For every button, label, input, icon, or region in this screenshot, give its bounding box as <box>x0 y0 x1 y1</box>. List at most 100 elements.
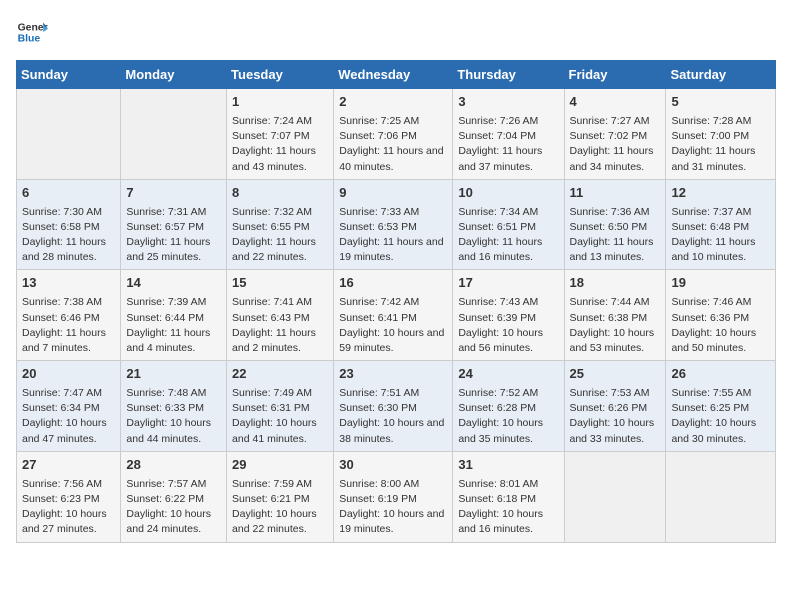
calendar-cell: 5 Sunrise: 7:28 AMSunset: 7:00 PMDaylight… <box>666 89 776 180</box>
day-number: 31 <box>458 456 558 475</box>
calendar-cell: 27 Sunrise: 7:56 AMSunset: 6:23 PMDayligh… <box>17 451 121 542</box>
calendar-cell: 19 Sunrise: 7:46 AMSunset: 6:36 PMDayligh… <box>666 270 776 361</box>
logo-icon: General Blue <box>16 16 48 48</box>
day-info: Sunrise: 7:24 AMSunset: 7:07 PMDaylight:… <box>232 114 328 175</box>
week-row-4: 20 Sunrise: 7:47 AMSunset: 6:34 PMDayligh… <box>17 361 776 452</box>
calendar-cell: 30 Sunrise: 8:00 AMSunset: 6:19 PMDayligh… <box>334 451 453 542</box>
day-info: Sunrise: 7:53 AMSunset: 6:26 PMDaylight:… <box>570 386 661 447</box>
day-info: Sunrise: 7:30 AMSunset: 6:58 PMDaylight:… <box>22 205 115 266</box>
calendar-cell: 4 Sunrise: 7:27 AMSunset: 7:02 PMDaylight… <box>564 89 666 180</box>
calendar-cell: 31Sunrise: 8:01 AMSunset: 6:18 PMDayligh… <box>453 451 564 542</box>
day-info: Sunrise: 7:52 AMSunset: 6:28 PMDaylight:… <box>458 386 558 447</box>
header-friday: Friday <box>564 61 666 89</box>
day-info: Sunrise: 7:57 AMSunset: 6:22 PMDaylight:… <box>126 477 221 538</box>
svg-text:Blue: Blue <box>18 34 41 45</box>
day-info: Sunrise: 7:25 AMSunset: 7:06 PMDaylight:… <box>339 114 447 175</box>
day-info: Sunrise: 7:28 AMSunset: 7:00 PMDaylight:… <box>671 114 770 175</box>
calendar-cell: 9 Sunrise: 7:33 AMSunset: 6:53 PMDaylight… <box>334 179 453 270</box>
day-number: 16 <box>339 274 447 293</box>
day-number: 19 <box>671 274 770 293</box>
day-number: 24 <box>458 365 558 384</box>
calendar-cell: 21 Sunrise: 7:48 AMSunset: 6:33 PMDayligh… <box>121 361 227 452</box>
day-info: Sunrise: 7:37 AMSunset: 6:48 PMDaylight:… <box>671 205 770 266</box>
day-info: Sunrise: 7:42 AMSunset: 6:41 PMDaylight:… <box>339 295 447 356</box>
calendar-cell <box>666 451 776 542</box>
calendar-table: SundayMondayTuesdayWednesdayThursdayFrid… <box>16 60 776 543</box>
day-number: 18 <box>570 274 661 293</box>
day-number: 8 <box>232 184 328 203</box>
day-number: 17 <box>458 274 558 293</box>
calendar-cell: 12Sunrise: 7:37 AMSunset: 6:48 PMDayligh… <box>666 179 776 270</box>
calendar-cell: 3 Sunrise: 7:26 AMSunset: 7:04 PMDaylight… <box>453 89 564 180</box>
header-wednesday: Wednesday <box>334 61 453 89</box>
day-number: 13 <box>22 274 115 293</box>
day-number: 22 <box>232 365 328 384</box>
day-info: Sunrise: 7:36 AMSunset: 6:50 PMDaylight:… <box>570 205 661 266</box>
day-number: 6 <box>22 184 115 203</box>
day-info: Sunrise: 7:47 AMSunset: 6:34 PMDaylight:… <box>22 386 115 447</box>
calendar-cell: 28 Sunrise: 7:57 AMSunset: 6:22 PMDayligh… <box>121 451 227 542</box>
day-info: Sunrise: 8:00 AMSunset: 6:19 PMDaylight:… <box>339 477 447 538</box>
calendar-cell: 29 Sunrise: 7:59 AMSunset: 6:21 PMDayligh… <box>227 451 334 542</box>
day-info: Sunrise: 7:27 AMSunset: 7:02 PMDaylight:… <box>570 114 661 175</box>
day-info: Sunrise: 7:51 AMSunset: 6:30 PMDaylight:… <box>339 386 447 447</box>
calendar-cell: 8 Sunrise: 7:32 AMSunset: 6:55 PMDaylight… <box>227 179 334 270</box>
day-info: Sunrise: 7:49 AMSunset: 6:31 PMDaylight:… <box>232 386 328 447</box>
week-row-2: 6 Sunrise: 7:30 AMSunset: 6:58 PMDaylight… <box>17 179 776 270</box>
day-number: 20 <box>22 365 115 384</box>
calendar-cell <box>564 451 666 542</box>
calendar-cell: 26 Sunrise: 7:55 AMSunset: 6:25 PMDayligh… <box>666 361 776 452</box>
week-row-1: 1 Sunrise: 7:24 AMSunset: 7:07 PMDaylight… <box>17 89 776 180</box>
header-thursday: Thursday <box>453 61 564 89</box>
calendar-cell: 23 Sunrise: 7:51 AMSunset: 6:30 PMDayligh… <box>334 361 453 452</box>
day-info: Sunrise: 7:26 AMSunset: 7:04 PMDaylight:… <box>458 114 558 175</box>
day-info: Sunrise: 7:43 AMSunset: 6:39 PMDaylight:… <box>458 295 558 356</box>
day-info: Sunrise: 7:56 AMSunset: 6:23 PMDaylight:… <box>22 477 115 538</box>
calendar-cell: 18 Sunrise: 7:44 AMSunset: 6:38 PMDayligh… <box>564 270 666 361</box>
calendar-cell: 15Sunrise: 7:41 AMSunset: 6:43 PMDayligh… <box>227 270 334 361</box>
day-number: 21 <box>126 365 221 384</box>
day-info: Sunrise: 7:41 AMSunset: 6:43 PMDaylight:… <box>232 295 328 356</box>
day-number: 2 <box>339 93 447 112</box>
calendar-cell: 13 Sunrise: 7:38 AMSunset: 6:46 PMDayligh… <box>17 270 121 361</box>
calendar-cell: 16 Sunrise: 7:42 AMSunset: 6:41 PMDayligh… <box>334 270 453 361</box>
day-info: Sunrise: 7:46 AMSunset: 6:36 PMDaylight:… <box>671 295 770 356</box>
day-number: 30 <box>339 456 447 475</box>
day-number: 7 <box>126 184 221 203</box>
day-number: 14 <box>126 274 221 293</box>
calendar-cell <box>17 89 121 180</box>
calendar-cell: 7 Sunrise: 7:31 AMSunset: 6:57 PMDaylight… <box>121 179 227 270</box>
header-monday: Monday <box>121 61 227 89</box>
day-number: 3 <box>458 93 558 112</box>
calendar-cell: 2 Sunrise: 7:25 AMSunset: 7:06 PMDaylight… <box>334 89 453 180</box>
day-info: Sunrise: 7:59 AMSunset: 6:21 PMDaylight:… <box>232 477 328 538</box>
day-number: 29 <box>232 456 328 475</box>
header-sunday: Sunday <box>17 61 121 89</box>
calendar-cell: 10Sunrise: 7:34 AMSunset: 6:51 PMDayligh… <box>453 179 564 270</box>
calendar-cell: 25Sunrise: 7:53 AMSunset: 6:26 PMDayligh… <box>564 361 666 452</box>
header-saturday: Saturday <box>666 61 776 89</box>
calendar-cell: 14 Sunrise: 7:39 AMSunset: 6:44 PMDayligh… <box>121 270 227 361</box>
calendar-cell: 11Sunrise: 7:36 AMSunset: 6:50 PMDayligh… <box>564 179 666 270</box>
calendar-cell: 22 Sunrise: 7:49 AMSunset: 6:31 PMDayligh… <box>227 361 334 452</box>
day-number: 5 <box>671 93 770 112</box>
day-info: Sunrise: 7:48 AMSunset: 6:33 PMDaylight:… <box>126 386 221 447</box>
page-header: General Blue <box>16 16 776 48</box>
day-info: Sunrise: 7:55 AMSunset: 6:25 PMDaylight:… <box>671 386 770 447</box>
day-info: Sunrise: 7:32 AMSunset: 6:55 PMDaylight:… <box>232 205 328 266</box>
day-info: Sunrise: 7:33 AMSunset: 6:53 PMDaylight:… <box>339 205 447 266</box>
day-number: 27 <box>22 456 115 475</box>
day-number: 28 <box>126 456 221 475</box>
week-row-5: 27 Sunrise: 7:56 AMSunset: 6:23 PMDayligh… <box>17 451 776 542</box>
calendar-cell: 24 Sunrise: 7:52 AMSunset: 6:28 PMDayligh… <box>453 361 564 452</box>
day-number: 9 <box>339 184 447 203</box>
day-info: Sunrise: 7:31 AMSunset: 6:57 PMDaylight:… <box>126 205 221 266</box>
day-info: Sunrise: 7:44 AMSunset: 6:38 PMDaylight:… <box>570 295 661 356</box>
day-number: 4 <box>570 93 661 112</box>
day-info: Sunrise: 7:38 AMSunset: 6:46 PMDaylight:… <box>22 295 115 356</box>
day-number: 23 <box>339 365 447 384</box>
day-number: 1 <box>232 93 328 112</box>
day-number: 26 <box>671 365 770 384</box>
day-info: Sunrise: 7:39 AMSunset: 6:44 PMDaylight:… <box>126 295 221 356</box>
calendar-cell: 6 Sunrise: 7:30 AMSunset: 6:58 PMDaylight… <box>17 179 121 270</box>
